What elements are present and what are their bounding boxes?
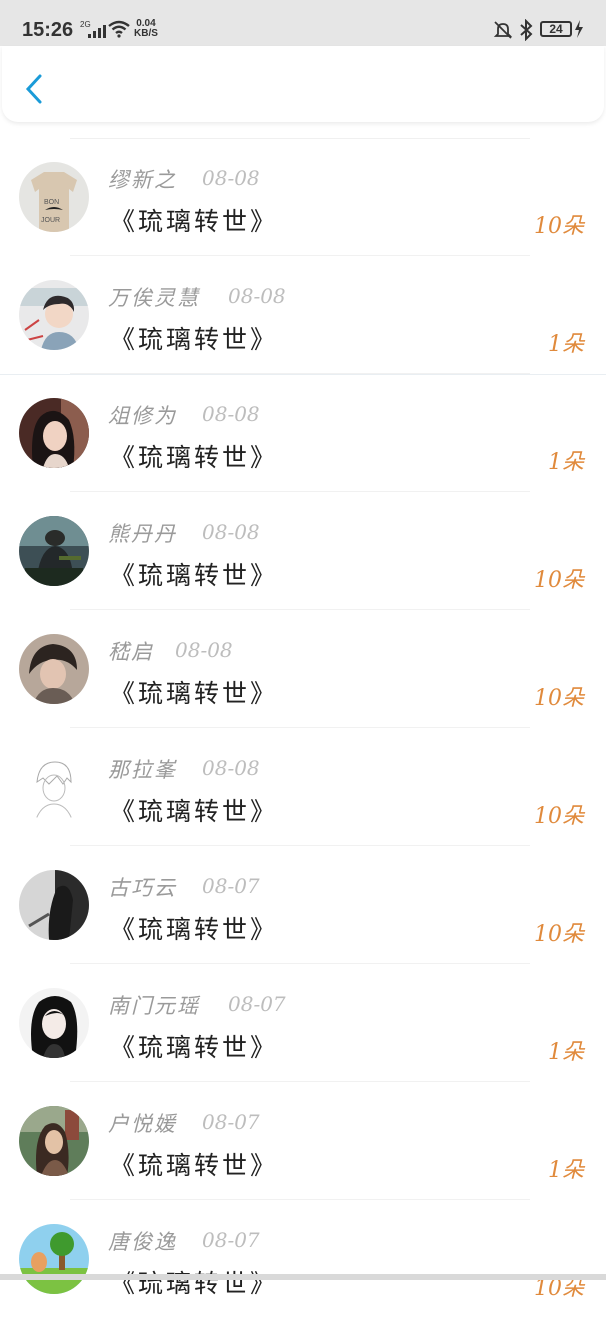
charging-icon	[575, 20, 583, 38]
gift-date: 08-07	[202, 1228, 260, 1252]
avatar[interactable]: BON JOUR	[19, 162, 89, 232]
gift-date: 08-08	[202, 166, 260, 190]
avatar[interactable]	[19, 870, 89, 940]
book-title: 《琉璃转世》	[110, 1269, 279, 1298]
list-item[interactable]: 户悦媛 08-07 《琉璃转世》 1朵	[0, 1082, 606, 1200]
list-item[interactable]: 唐俊逸 08-07 《琉璃转世》 10朵	[0, 1200, 606, 1318]
network-speed: 0.04 KB/S	[134, 19, 158, 39]
book-title: 《琉璃转世》	[110, 797, 279, 826]
list-item[interactable]: 熊丹丹 08-08 《琉璃转世》 10朵	[0, 492, 606, 610]
back-button[interactable]	[20, 72, 50, 106]
list-item[interactable]: 万俟灵慧 08-08 《琉璃转世》 1朵	[0, 256, 606, 374]
sender-name: 嵇启	[108, 640, 154, 664]
avatar[interactable]	[19, 1224, 89, 1294]
avatar[interactable]	[19, 1106, 89, 1176]
sender-name: 缪新之	[108, 168, 177, 192]
book-title: 《琉璃转世》	[110, 679, 279, 708]
list-item[interactable]: BON JOUR 缪新之 08-08 《琉璃转世》 10朵	[0, 138, 606, 256]
speed-unit: KB/S	[134, 28, 158, 39]
gift-amount: 10朵	[534, 568, 584, 593]
list-item[interactable]: 古巧云 08-07 《琉璃转世》 10朵	[0, 846, 606, 964]
book-title: 《琉璃转世》	[110, 915, 279, 944]
gift-date: 08-07	[202, 874, 260, 898]
chevron-left-icon	[25, 74, 42, 104]
gift-amount: 10朵	[534, 804, 584, 829]
list-item[interactable]: 俎修为 08-08 《琉璃转世》 1朵	[0, 374, 606, 492]
gift-amount: 1朵	[548, 450, 584, 475]
nav-bar	[2, 46, 604, 122]
sender-name: 南门元瑶	[108, 994, 200, 1018]
avatar[interactable]	[19, 634, 89, 704]
sender-name: 唐俊逸	[108, 1230, 177, 1254]
avatar[interactable]	[19, 398, 89, 468]
avatar[interactable]	[19, 988, 89, 1058]
avatar[interactable]	[19, 516, 89, 586]
book-title: 《琉璃转世》	[110, 443, 279, 472]
gift-amount: 10朵	[534, 922, 584, 947]
gift-date: 08-08	[228, 284, 286, 308]
book-title: 《琉璃转世》	[110, 325, 279, 354]
gift-date: 08-08	[202, 756, 260, 780]
sender-name: 那拉峯	[108, 758, 177, 782]
sender-name: 户悦媛	[108, 1112, 177, 1136]
sender-name: 俎修为	[108, 404, 177, 428]
gift-amount: 1朵	[548, 1040, 584, 1065]
gift-date: 08-08	[202, 520, 260, 544]
book-title: 《琉璃转世》	[110, 207, 279, 236]
avatar[interactable]	[19, 280, 89, 350]
list-item[interactable]: 南门元瑶 08-07 《琉璃转世》 1朵	[0, 964, 606, 1082]
gift-date: 08-08	[175, 638, 233, 662]
sender-name: 古巧云	[108, 876, 177, 900]
gift-amount: 10朵	[534, 686, 584, 711]
gift-amount: 1朵	[548, 1158, 584, 1183]
gift-date: 08-07	[202, 1110, 260, 1134]
svg-text:BON: BON	[44, 199, 59, 206]
book-title: 《琉璃转世》	[110, 1033, 279, 1062]
gift-list: BON JOUR 缪新之 08-08 《琉璃转世》 10朵 万俟灵慧 08-08…	[0, 138, 606, 1318]
gift-amount: 1朵	[548, 332, 584, 357]
gift-date: 08-07	[228, 992, 286, 1016]
book-title: 《琉璃转世》	[110, 1151, 279, 1180]
status-bar: 15:26 2G 0.04 KB/S 24	[0, 0, 606, 46]
battery-icon: 24	[540, 21, 572, 37]
avatar[interactable]	[19, 752, 89, 822]
wifi-icon	[108, 20, 130, 38]
gift-date: 08-08	[202, 402, 260, 426]
signal-icon	[88, 24, 106, 38]
list-item[interactable]: 嵇启 08-08 《琉璃转世》 10朵	[0, 610, 606, 728]
sender-name: 熊丹丹	[108, 522, 177, 546]
book-title: 《琉璃转世》	[110, 561, 279, 590]
bell-muted-icon	[493, 21, 513, 39]
list-item[interactable]: 那拉峯 08-08 《琉璃转世》 10朵	[0, 728, 606, 846]
bluetooth-icon	[520, 19, 533, 41]
gift-amount: 10朵	[534, 214, 584, 239]
status-time: 15:26	[22, 19, 74, 41]
svg-text:JOUR: JOUR	[41, 217, 60, 224]
home-indicator-bar	[0, 1274, 606, 1280]
sender-name: 万俟灵慧	[108, 286, 200, 310]
